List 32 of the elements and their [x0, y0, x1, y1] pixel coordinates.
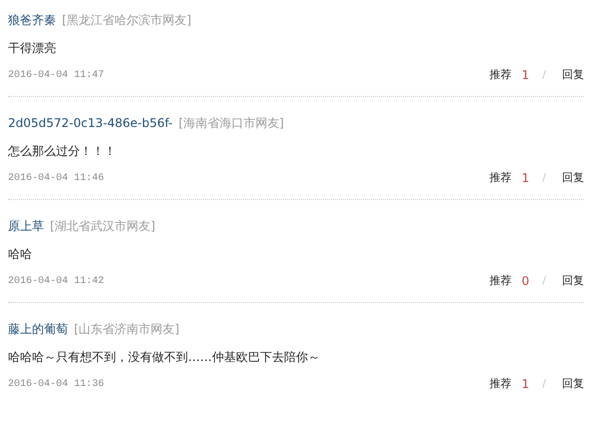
user-location: [黑龙江省哈尔滨市网友] [62, 12, 192, 29]
reply-link[interactable]: 回复 [562, 66, 584, 84]
reply-link[interactable]: 回复 [562, 272, 584, 290]
recommend-link[interactable]: 推荐 [490, 272, 512, 290]
comment-time: 2016-04-04 11:46 [8, 172, 104, 186]
recommend-count: 1 [522, 67, 530, 84]
comment-text: 干得漂亮 [8, 41, 56, 55]
reply-link[interactable]: 回复 [562, 376, 584, 392]
comment-text: 怎么那么过分！！！ [8, 144, 116, 158]
separator-text: / [542, 66, 546, 83]
user-location: [海南省海口市网友] [178, 115, 284, 132]
comment-time: 2016-04-04 11:42 [8, 274, 104, 288]
comment-text: 哈哈 [8, 247, 32, 261]
recommend-link[interactable]: 推荐 [490, 66, 512, 84]
comment-time: 2016-04-04 11:47 [8, 68, 104, 82]
user-name[interactable]: 原上草 [8, 217, 44, 235]
separator-text: / [542, 272, 546, 289]
user-name[interactable]: 藤上的葡萄 [8, 320, 68, 338]
recommend-link[interactable]: 推荐 [490, 376, 512, 392]
user-location: [湖北省武汉市网友] [50, 218, 156, 235]
recommend-link[interactable]: 推荐 [490, 170, 512, 186]
user-name[interactable]: 2d05d572-0c13-486e-b56f- [8, 114, 173, 132]
user-location: [山东省济南市网友] [74, 321, 180, 338]
recommend-count: 1 [522, 376, 530, 393]
recommend-count: 0 [522, 273, 530, 290]
recommend-count: 1 [522, 170, 530, 187]
separator-text: / [542, 376, 546, 392]
user-name[interactable]: 狼爸齐秦 [8, 11, 56, 29]
comment-text: 哈哈哈～只有想不到，没有做不到……仲基欧巴下去陪你～ [8, 350, 320, 364]
separator-text: / [542, 170, 546, 186]
reply-link[interactable]: 回复 [562, 170, 584, 186]
comment-time: 2016-04-04 11:36 [8, 378, 104, 392]
